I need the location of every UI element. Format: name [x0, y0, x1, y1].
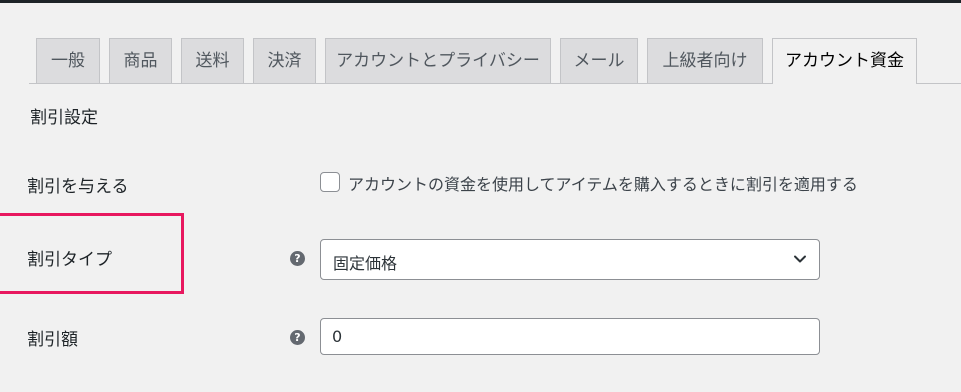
- tab-products[interactable]: 商品: [109, 38, 172, 83]
- discount-type-value: 固定価格: [333, 254, 398, 273]
- tab-accounts-privacy[interactable]: アカウントとプライバシー: [325, 38, 551, 83]
- give-discount-checkbox-label[interactable]: アカウントの資金を使用してアイテムを購入するときに割引を適用する: [348, 171, 858, 195]
- tab-account-funds[interactable]: アカウント資金: [772, 38, 917, 84]
- tab-shipping[interactable]: 送料: [181, 38, 244, 83]
- chevron-down-icon: [794, 255, 806, 263]
- settings-tabs: 一般 商品 送料 決済 アカウントとプライバシー メール 上級者向け アカウント…: [0, 38, 961, 84]
- give-discount-label: 割引を与える: [27, 177, 129, 197]
- section-title: 割引設定: [30, 108, 98, 128]
- discount-type-label: 割引タイプ: [27, 250, 112, 270]
- question-circle-icon[interactable]: ?: [290, 330, 305, 345]
- tab-emails[interactable]: メール: [560, 38, 638, 83]
- discount-type-select[interactable]: 固定価格: [320, 239, 820, 280]
- discount-amount-label: 割引額: [27, 330, 78, 350]
- tab-general[interactable]: 一般: [36, 38, 100, 83]
- discount-amount-input[interactable]: [320, 318, 820, 355]
- tab-advanced[interactable]: 上級者向け: [647, 38, 763, 83]
- top-bar: [0, 0, 961, 3]
- tab-payments[interactable]: 決済: [253, 38, 316, 83]
- give-discount-checkbox[interactable]: [320, 172, 340, 192]
- question-circle-icon[interactable]: ?: [290, 251, 305, 266]
